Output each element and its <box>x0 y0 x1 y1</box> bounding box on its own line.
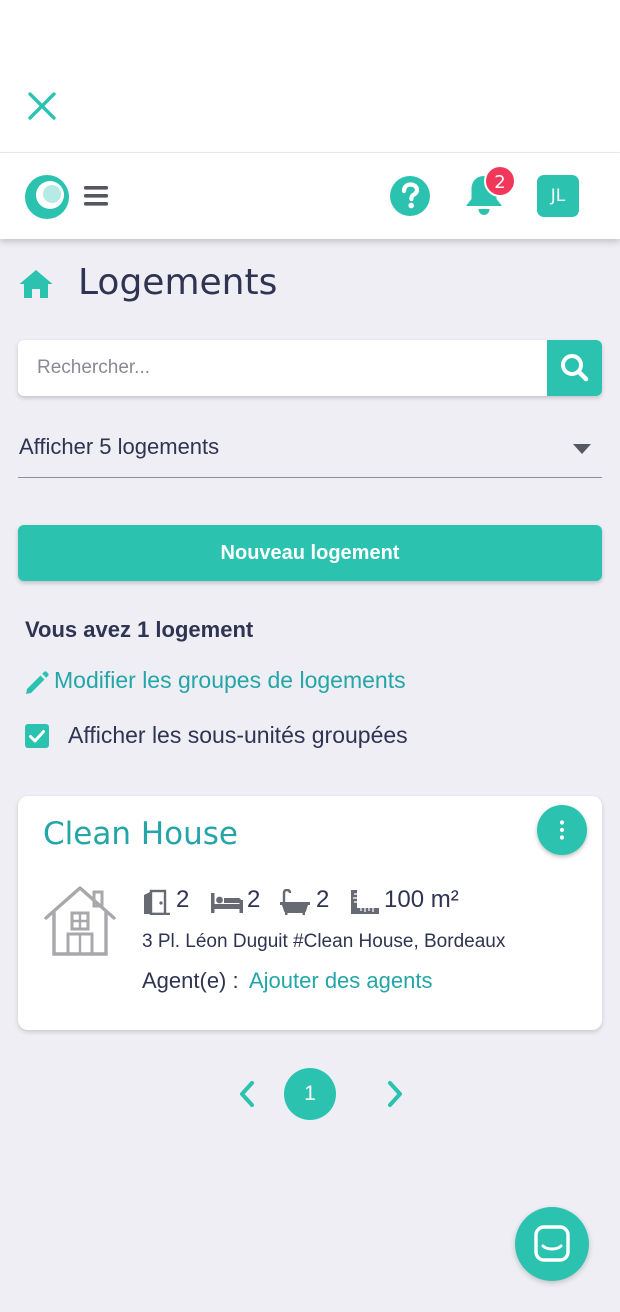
help-icon[interactable] <box>389 175 431 217</box>
dropdown-arrow-icon <box>572 440 592 454</box>
search-input[interactable] <box>18 340 546 396</box>
bathtub-icon <box>279 888 311 915</box>
property-address: 3 Pl. Léon Duguit #Clean House, Bordeaux <box>142 931 506 952</box>
notification-badge: 2 <box>484 165 516 197</box>
property-card[interactable]: Clean House 2 2 2 100 m² 3 Pl. Léon Dugu… <box>18 796 602 1030</box>
ruler-area-icon <box>350 889 380 915</box>
select-value: Afficher 5 logements <box>19 434 220 459</box>
navbar: 2 JL <box>0 153 620 239</box>
user-avatar[interactable]: JL <box>537 175 579 217</box>
door-icon <box>142 889 172 916</box>
more-options-button[interactable] <box>537 805 587 855</box>
bathrooms-value: 2 <box>316 886 330 913</box>
area-value: 100 m² <box>384 886 459 913</box>
page-button-current[interactable]: 1 <box>284 1068 336 1120</box>
home-icon[interactable] <box>18 268 54 300</box>
rooms-value: 2 <box>176 886 190 913</box>
bed-icon <box>210 889 244 915</box>
beds-value: 2 <box>247 886 261 913</box>
new-listing-button[interactable]: Nouveau logement <box>18 525 602 581</box>
close-icon[interactable] <box>26 90 58 122</box>
property-name[interactable]: Clean House <box>43 816 238 852</box>
previous-page-icon[interactable] <box>236 1080 258 1108</box>
top-bar <box>0 0 620 153</box>
search-icon <box>561 354 589 382</box>
listing-count-text: Vous avez 1 logement <box>25 617 254 642</box>
listing-count-select[interactable]: Afficher 5 logements <box>18 422 602 478</box>
search-bar <box>18 340 602 396</box>
agent-label: Agent(e) : <box>142 968 239 993</box>
show-subunits-label: Afficher les sous-unités groupées <box>68 722 408 748</box>
edit-groups-label: Modifier les groupes de logements <box>54 667 406 693</box>
add-agents-link[interactable]: Ajouter des agents <box>249 968 432 994</box>
menu-icon[interactable] <box>83 183 109 209</box>
app-logo[interactable] <box>24 174 70 220</box>
check-icon <box>29 730 45 743</box>
next-page-icon[interactable] <box>384 1080 406 1108</box>
chat-icon <box>534 1225 570 1262</box>
chat-support-button[interactable] <box>515 1207 589 1281</box>
show-subunits-checkbox[interactable] <box>25 724 49 748</box>
search-button[interactable] <box>547 340 602 396</box>
kebab-menu-icon <box>559 820 565 840</box>
house-placeholder-icon <box>42 882 118 958</box>
page-title: Logements <box>78 262 278 303</box>
pencil-icon <box>24 670 50 696</box>
